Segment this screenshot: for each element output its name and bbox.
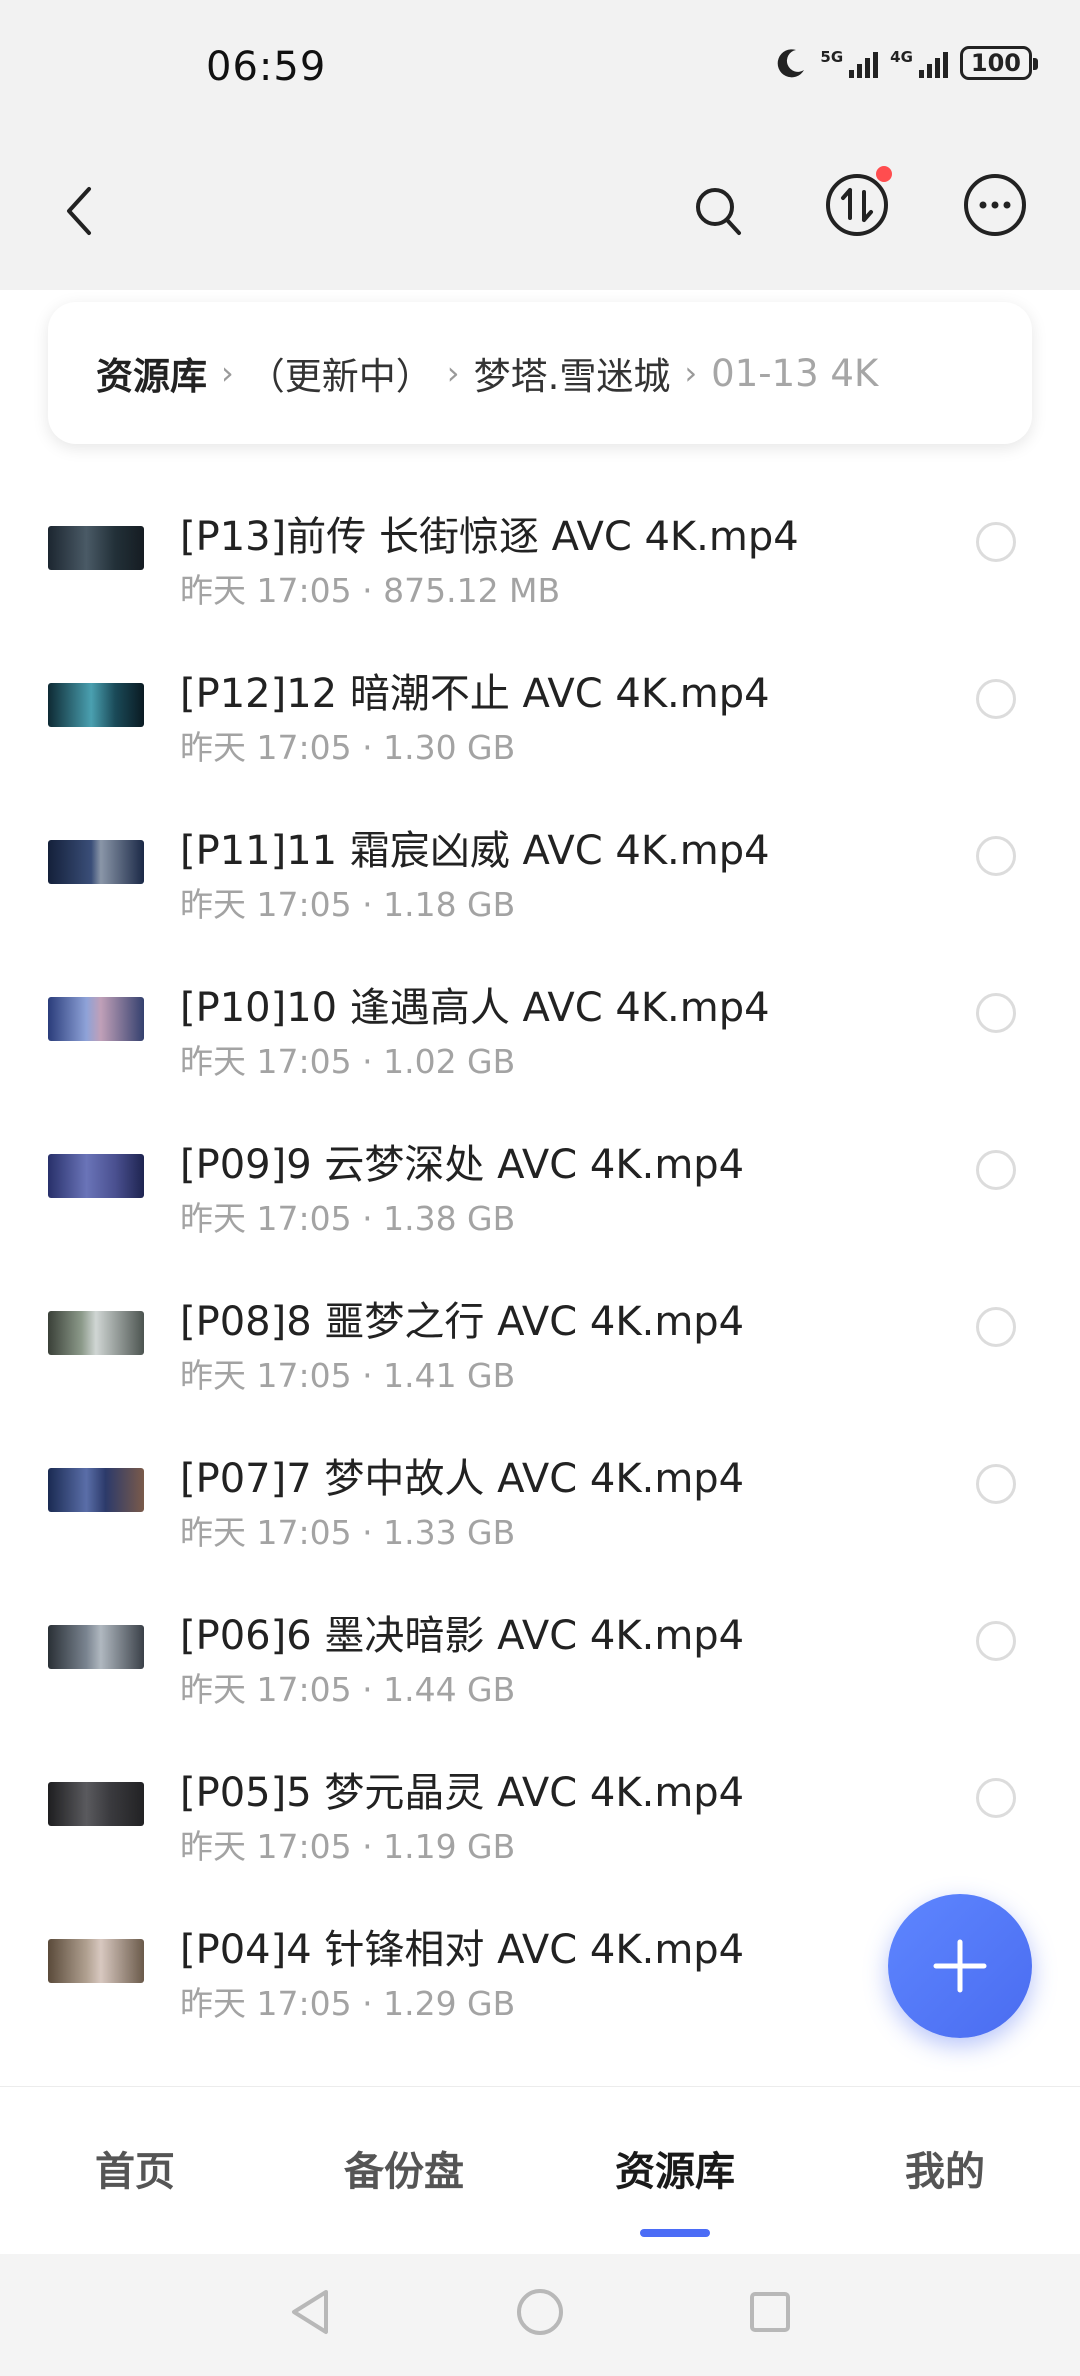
- select-checkbox[interactable]: [976, 836, 1016, 876]
- more-icon[interactable]: [958, 168, 1032, 242]
- select-checkbox[interactable]: [976, 993, 1016, 1033]
- file-name: [P11]11 霜宸凶威 AVC 4K.mp4: [180, 828, 770, 874]
- file-meta: 昨天 17:05 · 1.41 GB: [180, 1356, 516, 1395]
- file-name: [P10]10 逢遇高人 AVC 4K.mp4: [180, 985, 770, 1031]
- tab-home[interactable]: 首页: [35, 2139, 235, 2197]
- select-checkbox[interactable]: [976, 1778, 1016, 1818]
- transfer-icon[interactable]: [820, 166, 894, 242]
- status-icons: 5G 4G 100: [774, 46, 1039, 80]
- file-name: [P04]4 针锋相对 AVC 4K.mp4: [180, 1927, 745, 1973]
- file-meta: 昨天 17:05 · 1.33 GB: [180, 1513, 516, 1552]
- chevron-right-icon: ›: [446, 354, 460, 392]
- video-thumbnail: [48, 1311, 144, 1355]
- chevron-right-icon: ›: [221, 354, 234, 392]
- video-thumbnail: [48, 1625, 144, 1669]
- video-thumbnail: [48, 1468, 144, 1512]
- list-item[interactable]: [P05]5 梦元晶灵 AVC 4K.mp4 昨天 17:05 · 1.19 G…: [0, 1742, 1080, 1899]
- tab-mine[interactable]: 我的: [845, 2139, 1045, 2197]
- video-thumbnail: [48, 1154, 144, 1198]
- battery-indicator: 100: [959, 46, 1039, 80]
- file-name: [P08]8 噩梦之行 AVC 4K.mp4: [180, 1299, 745, 1345]
- signal-5g-icon: 5G: [820, 48, 879, 78]
- file-name: [P13]前传 长街惊逐 AVC 4K.mp4: [180, 514, 799, 560]
- file-meta: 昨天 17:05 · 1.29 GB: [180, 1984, 516, 2023]
- list-item[interactable]: [P11]11 霜宸凶威 AVC 4K.mp4 昨天 17:05 · 1.18 …: [0, 800, 1080, 957]
- select-checkbox[interactable]: [976, 1464, 1016, 1504]
- tab-backup[interactable]: 备份盘: [304, 2139, 504, 2197]
- file-meta: 昨天 17:05 · 1.18 GB: [180, 885, 516, 924]
- list-item[interactable]: [P10]10 逢遇高人 AVC 4K.mp4 昨天 17:05 · 1.02 …: [0, 957, 1080, 1114]
- file-meta: 昨天 17:05 · 1.44 GB: [180, 1670, 516, 1709]
- list-item[interactable]: [P09]9 云梦深处 AVC 4K.mp4 昨天 17:05 · 1.38 G…: [0, 1114, 1080, 1271]
- breadcrumb-root[interactable]: 资源库: [96, 346, 207, 400]
- breadcrumb-level2[interactable]: （更新中）: [248, 346, 433, 400]
- breadcrumb-current: 01-13 4K: [711, 351, 879, 395]
- file-name: [P12]12 暗潮不止 AVC 4K.mp4: [180, 671, 770, 717]
- moon-icon: [778, 49, 805, 78]
- select-checkbox[interactable]: [976, 522, 1016, 562]
- list-item[interactable]: [P07]7 梦中故人 AVC 4K.mp4 昨天 17:05 · 1.33 G…: [0, 1428, 1080, 1585]
- file-meta: 昨天 17:05 · 875.12 MB: [180, 571, 561, 610]
- search-icon[interactable]: [684, 176, 754, 246]
- list-item[interactable]: [P08]8 噩梦之行 AVC 4K.mp4 昨天 17:05 · 1.41 G…: [0, 1271, 1080, 1428]
- breadcrumb-level3[interactable]: 梦塔.雪迷城: [474, 346, 671, 400]
- video-thumbnail: [48, 526, 144, 570]
- nav-back-icon[interactable]: [280, 2282, 340, 2342]
- active-tab-indicator: [640, 2229, 710, 2237]
- file-name: [P09]9 云梦深处 AVC 4K.mp4: [180, 1142, 745, 1188]
- tab-library[interactable]: 资源库: [575, 2139, 775, 2197]
- list-item[interactable]: [P12]12 暗潮不止 AVC 4K.mp4 昨天 17:05 · 1.30 …: [0, 643, 1080, 800]
- file-name: [P05]5 梦元晶灵 AVC 4K.mp4: [180, 1770, 745, 1816]
- video-thumbnail: [48, 1939, 144, 1983]
- signal-4g-icon: 4G: [890, 48, 948, 78]
- select-checkbox[interactable]: [976, 1150, 1016, 1190]
- back-icon[interactable]: [44, 176, 114, 246]
- chevron-right-icon: ›: [684, 354, 698, 392]
- file-name: [P06]6 墨决暗影 AVC 4K.mp4: [180, 1613, 745, 1659]
- select-checkbox[interactable]: [976, 679, 1016, 719]
- system-nav-bar: [0, 2254, 1080, 2376]
- status-bar: 06:59 5G 4G 100: [0, 0, 1080, 140]
- status-time: 06:59: [206, 44, 327, 90]
- breadcrumb: 资源库 › （更新中） › 梦塔.雪迷城 › 01-13 4K: [48, 302, 1032, 444]
- select-checkbox[interactable]: [976, 1307, 1016, 1347]
- select-checkbox[interactable]: [976, 1621, 1016, 1661]
- list-item[interactable]: [P06]6 墨决暗影 AVC 4K.mp4 昨天 17:05 · 1.44 G…: [0, 1585, 1080, 1742]
- file-meta: 昨天 17:05 · 1.30 GB: [180, 728, 516, 767]
- file-list-area: 资源库 › （更新中） › 梦塔.雪迷城 › 01-13 4K [P13]前传 …: [0, 290, 1080, 2086]
- nav-home-icon[interactable]: [510, 2282, 570, 2342]
- list-item[interactable]: [P13]前传 长街惊逐 AVC 4K.mp4 昨天 17:05 · 875.1…: [0, 486, 1080, 643]
- video-thumbnail: [48, 997, 144, 1041]
- file-name: [P07]7 梦中故人 AVC 4K.mp4: [180, 1456, 745, 1502]
- video-thumbnail: [48, 1782, 144, 1826]
- top-bar: [0, 140, 1080, 290]
- add-button[interactable]: [888, 1894, 1032, 2038]
- video-thumbnail: [48, 840, 144, 884]
- file-meta: 昨天 17:05 · 1.38 GB: [180, 1199, 516, 1238]
- file-meta: 昨天 17:05 · 1.19 GB: [180, 1827, 516, 1866]
- plus-icon: [933, 1939, 987, 1993]
- bottom-tab-bar: 首页 备份盘 资源库 我的: [0, 2086, 1080, 2254]
- video-thumbnail: [48, 683, 144, 727]
- transfer-badge: [876, 166, 892, 182]
- file-meta: 昨天 17:05 · 1.02 GB: [180, 1042, 516, 1081]
- nav-recents-icon[interactable]: [740, 2282, 800, 2342]
